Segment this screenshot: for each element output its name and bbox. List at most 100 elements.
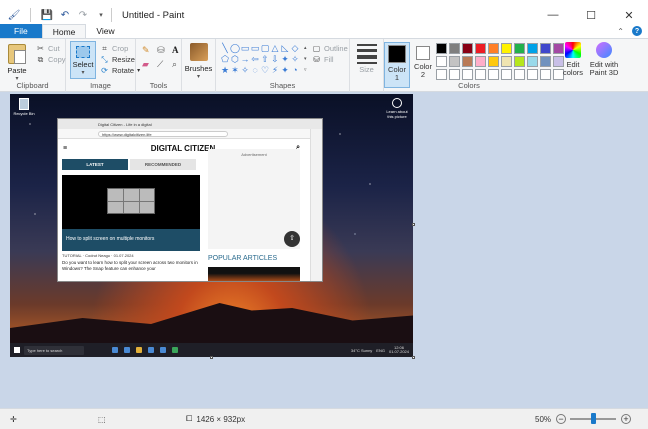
- canvas-workspace[interactable]: Recycle Bin Learn about this picture Dig…: [0, 92, 648, 408]
- shape-option-icon[interactable]: ✦: [280, 65, 290, 76]
- pencil-icon[interactable]: ✎: [142, 45, 154, 56]
- tab-view[interactable]: View: [86, 24, 124, 38]
- edit-colors-button[interactable]: Edit colors: [560, 42, 586, 77]
- palette-swatch[interactable]: [527, 43, 538, 54]
- tab-home[interactable]: Home: [41, 24, 87, 38]
- shape-option-icon[interactable]: ◔: [290, 65, 300, 76]
- shape-option-icon[interactable]: ⬠: [220, 54, 230, 65]
- article-caption: How to split screen on multiple monitors: [62, 229, 200, 251]
- palette-swatch[interactable]: [436, 56, 447, 67]
- customize-qat-icon[interactable]: ▾: [95, 9, 107, 21]
- crop-button[interactable]: ⌗ Crop: [100, 43, 140, 54]
- shape-option-icon[interactable]: ╲: [220, 43, 230, 54]
- rotate-button[interactable]: ⟳ Rotate ▾: [100, 65, 140, 76]
- shape-option-icon[interactable]: ⬡: [230, 54, 240, 65]
- palette-swatch[interactable]: [449, 56, 460, 67]
- shape-option-icon[interactable]: ✦: [280, 54, 290, 65]
- shape-option-icon[interactable]: ✧: [240, 65, 250, 76]
- palette-swatch[interactable]: [501, 69, 512, 80]
- palette-swatch[interactable]: [488, 43, 499, 54]
- shape-option-icon[interactable]: →: [240, 54, 250, 65]
- shape-option-icon[interactable]: ◇: [290, 43, 300, 54]
- palette-swatch[interactable]: [449, 69, 460, 80]
- canvas-resize-handle-corner[interactable]: [412, 356, 415, 359]
- palette-swatch[interactable]: [475, 43, 486, 54]
- shape-option-icon[interactable]: ⇦: [250, 54, 260, 65]
- palette-swatch[interactable]: [540, 43, 551, 54]
- palette-swatch[interactable]: [475, 69, 486, 80]
- eraser-icon[interactable]: ▰: [142, 59, 154, 70]
- palette-swatch[interactable]: [449, 43, 460, 54]
- undo-icon[interactable]: ↶: [59, 9, 71, 21]
- shape-option-icon[interactable]: ⇧: [260, 54, 270, 65]
- color-picker-icon[interactable]: ⟋: [157, 59, 169, 70]
- shape-option-icon[interactable]: ⚡: [270, 65, 280, 76]
- palette-swatch[interactable]: [436, 69, 447, 80]
- palette-swatch[interactable]: [501, 56, 512, 67]
- palette-swatch[interactable]: [488, 56, 499, 67]
- palette-swatch[interactable]: [514, 56, 525, 67]
- palette-swatch[interactable]: [462, 69, 473, 80]
- shape-option-icon[interactable]: ✧: [290, 54, 300, 65]
- canvas-resize-handle-bottom[interactable]: [210, 356, 213, 359]
- shape-option-icon[interactable]: ✶: [230, 65, 240, 76]
- zoom-slider-thumb[interactable]: [591, 413, 596, 424]
- weather-text: 34°C Sunny: [350, 347, 373, 353]
- palette-swatch[interactable]: [462, 56, 473, 67]
- window-title: Untitled - Paint: [122, 9, 185, 21]
- zoom-in-button[interactable]: +: [621, 414, 631, 424]
- palette-swatch[interactable]: [514, 43, 525, 54]
- article-date: 01.07.2024: [113, 253, 134, 258]
- taskbar: Type here to search 34°C Sunny ENG 12:06…: [10, 343, 413, 357]
- palette-swatch[interactable]: [488, 69, 499, 80]
- resize-button[interactable]: ⤡ Resize: [100, 54, 140, 65]
- selection-size: ⬚: [98, 415, 106, 424]
- crop-label: Crop: [112, 44, 129, 53]
- palette-swatch[interactable]: [501, 43, 512, 54]
- palette-swatch[interactable]: [527, 56, 538, 67]
- tab-file[interactable]: File: [0, 24, 42, 38]
- fill-button[interactable]: ⛁ Fill: [312, 54, 348, 65]
- size-label: Size: [359, 65, 374, 74]
- drawing-canvas[interactable]: Recycle Bin Learn about this picture Dig…: [10, 94, 413, 357]
- edit-paint3d-button[interactable]: Edit with Paint 3D: [588, 42, 620, 77]
- outline-button[interactable]: ▢ Outline: [312, 43, 348, 54]
- shape-option-icon[interactable]: ▢: [260, 43, 270, 54]
- shape-option-icon[interactable]: ★: [220, 65, 230, 76]
- canvas-resize-handle-right[interactable]: [412, 223, 415, 226]
- save-icon[interactable]: 💾: [41, 9, 53, 21]
- redo-icon[interactable]: ↷: [77, 9, 89, 21]
- recycle-bin-shortcut: Recycle Bin: [13, 98, 35, 116]
- palette-swatch[interactable]: [475, 56, 486, 67]
- palette-swatch[interactable]: [436, 43, 447, 54]
- palette-swatch[interactable]: [540, 56, 551, 67]
- palette-swatch[interactable]: [514, 69, 525, 80]
- help-icon[interactable]: ?: [632, 26, 642, 36]
- browser-tabbar: Digital Citizen - Life in a digital: [58, 119, 322, 129]
- fill-bucket-icon[interactable]: ⛁: [157, 45, 169, 56]
- taskbar-search: Type here to search: [24, 345, 84, 355]
- gallery-scroll[interactable]: ▴ ▾ ▿: [304, 43, 310, 77]
- shape-option-icon[interactable]: ▭: [250, 43, 260, 54]
- shape-option-icon[interactable]: ◌: [250, 65, 260, 76]
- zoom-out-button[interactable]: −: [556, 414, 566, 424]
- browser-sidebar: [310, 129, 322, 281]
- copy-button[interactable]: ⧉ Copy: [36, 54, 66, 65]
- shape-option-icon[interactable]: ♡: [260, 65, 270, 76]
- palette-swatch[interactable]: [462, 43, 473, 54]
- paste-button[interactable]: Paste ▾: [6, 41, 28, 82]
- palette-swatch[interactable]: [540, 69, 551, 80]
- shape-option-icon[interactable]: ◺: [280, 43, 290, 54]
- brushes-group[interactable]: Brushes ▾: [182, 39, 216, 92]
- shape-option-icon[interactable]: △: [270, 43, 280, 54]
- select-label: Select: [72, 60, 94, 69]
- palette-swatch[interactable]: [527, 69, 538, 80]
- cut-button[interactable]: ✂ Cut: [36, 43, 66, 54]
- shape-option-icon[interactable]: ◯: [230, 43, 240, 54]
- select-button[interactable]: Select ▾: [70, 41, 96, 79]
- shape-option-icon[interactable]: ⇩: [270, 54, 280, 65]
- copy-label: Copy: [48, 55, 66, 64]
- size-button[interactable]: Size: [350, 39, 384, 92]
- collapse-ribbon-icon[interactable]: ⌃: [617, 27, 624, 36]
- shape-option-icon[interactable]: ▭: [240, 43, 250, 54]
